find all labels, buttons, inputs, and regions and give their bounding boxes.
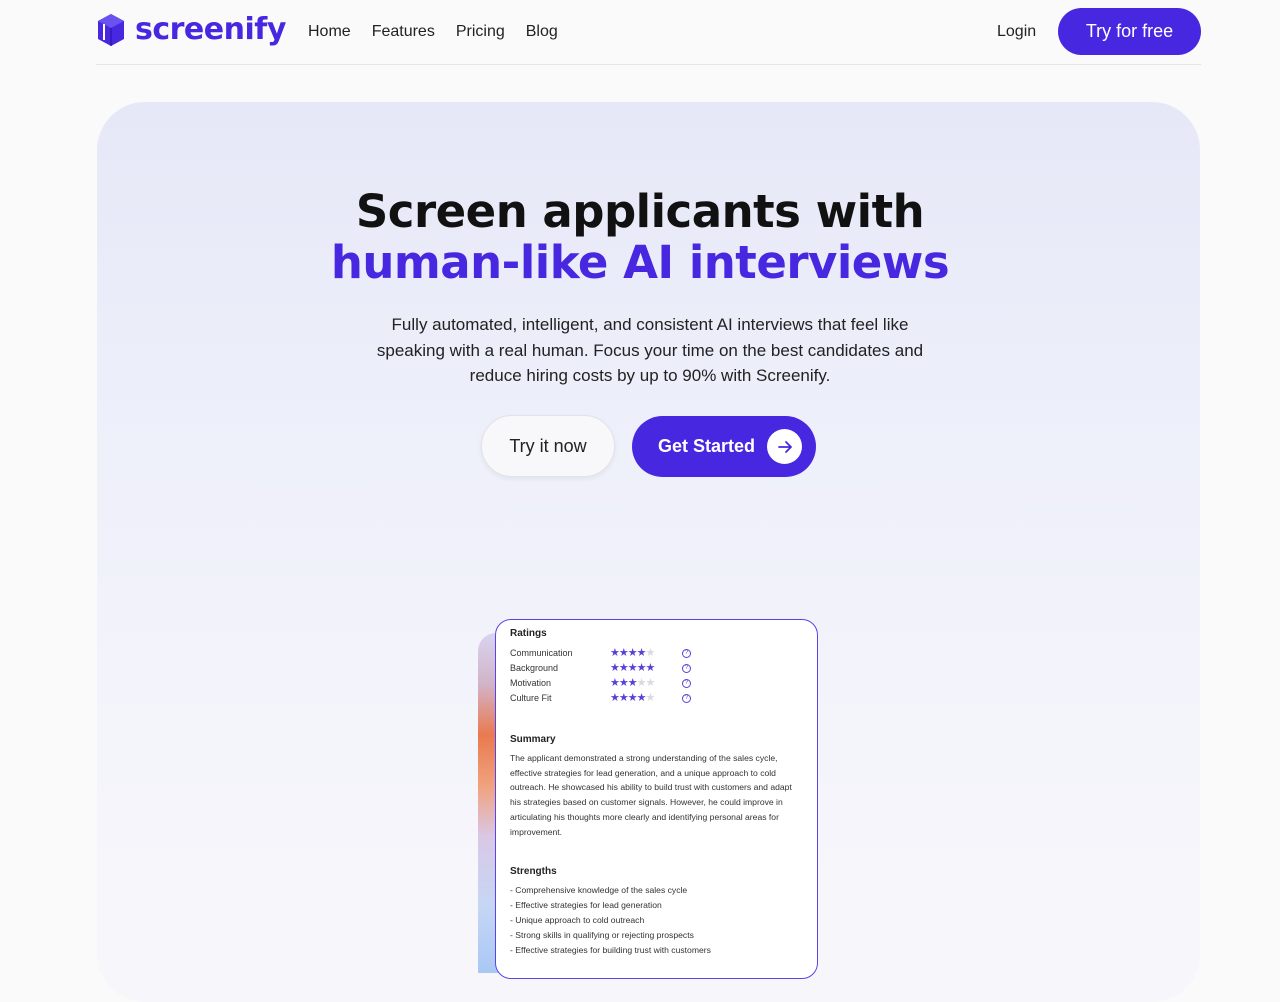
- star-icon: ★: [636, 647, 647, 659]
- top-navbar: screenify Home Features Pricing Blog Log…: [96, 0, 1201, 65]
- nav-link-blog[interactable]: Blog: [526, 20, 558, 44]
- star-icon: ★: [610, 662, 620, 674]
- star-icon: ★: [645, 647, 656, 659]
- get-started-button[interactable]: Get Started: [632, 416, 816, 477]
- star-icon: ★: [636, 692, 647, 704]
- strength-item: - Effective strategies for lead generati…: [510, 900, 662, 911]
- star-icon: ★: [645, 662, 656, 674]
- arrow-right-icon: [767, 429, 802, 464]
- nav-link-home[interactable]: Home: [308, 20, 351, 44]
- help-icon[interactable]: ?: [682, 649, 691, 658]
- star-icon: ★: [627, 692, 638, 704]
- star-icon: ★: [627, 677, 638, 689]
- hero-subtext: Fully automated, intelligent, and consis…: [376, 315, 924, 385]
- star-rating: ★★★★★: [610, 646, 656, 661]
- logo-text: screenify: [135, 12, 286, 47]
- help-icon[interactable]: ?: [682, 694, 691, 703]
- nav-link-features[interactable]: Features: [372, 20, 435, 44]
- rating-label: Motivation: [510, 678, 552, 688]
- nav-links: Home Features Pricing Blog: [308, 20, 579, 44]
- interview-report-card: Ratings Communication ★★★★★? Background ★★★…: [495, 619, 818, 979]
- ratings-list: Communication ★★★★★? Background ★★★★★? Motiv…: [510, 646, 803, 706]
- star-rating: ★★★★★: [610, 661, 656, 676]
- try-it-now-label: Try it now: [509, 435, 587, 456]
- strength-item: - Strong skills in qualifying or rejecti…: [510, 930, 694, 941]
- strength-item: - Effective strategies for building trus…: [510, 945, 711, 956]
- strengths-title: Strengths: [510, 866, 557, 878]
- hero-headline-line2: human-like AI interviews: [330, 236, 950, 289]
- try-for-free-button[interactable]: Try for free: [1058, 8, 1201, 55]
- star-icon: ★: [618, 662, 629, 674]
- get-started-label: Get Started: [658, 436, 756, 456]
- ratings-title: Ratings: [510, 628, 547, 639]
- summary-text: The applicant demonstrated a strong unde…: [510, 753, 792, 837]
- star-icon: ★: [645, 677, 656, 689]
- rating-row: Communication ★★★★★?: [510, 646, 803, 661]
- star-icon: ★: [627, 662, 638, 674]
- logo-icon: [98, 14, 124, 46]
- star-icon: ★: [645, 692, 656, 704]
- rating-row: Background ★★★★★?: [510, 661, 803, 676]
- star-icon: ★: [627, 647, 638, 659]
- star-icon: ★: [610, 647, 620, 659]
- star-icon: ★: [636, 662, 647, 674]
- star-rating: ★★★★★: [610, 691, 656, 706]
- rating-row: Motivation ★★★★★?: [510, 676, 803, 691]
- strength-item: - Comprehensive knowledge of the sales c…: [510, 885, 688, 896]
- help-icon[interactable]: ?: [682, 664, 691, 673]
- rating-label: Background: [510, 663, 559, 673]
- help-icon[interactable]: ?: [682, 679, 691, 688]
- star-icon: ★: [618, 647, 629, 659]
- login-link[interactable]: Login: [997, 20, 1036, 44]
- star-icon: ★: [618, 677, 629, 689]
- star-rating: ★★★★★: [610, 676, 656, 691]
- strengths-list: - Comprehensive knowledge of the sales c…: [510, 883, 803, 958]
- strength-item: - Unique approach to cold outreach: [510, 915, 645, 926]
- star-icon: ★: [618, 692, 629, 704]
- summary-title: Summary: [510, 734, 556, 745]
- hero-headline-line1: Screen applicants with: [355, 185, 925, 238]
- nav-link-pricing[interactable]: Pricing: [456, 20, 505, 44]
- logo[interactable]: screenify: [96, 12, 286, 48]
- star-icon: ★: [610, 677, 620, 689]
- try-it-now-button[interactable]: Try it now: [481, 415, 615, 477]
- rating-label: Culture Fit: [510, 693, 552, 703]
- rating-row: Culture Fit ★★★★★?: [510, 691, 803, 706]
- star-icon: ★: [636, 677, 647, 689]
- star-icon: ★: [610, 692, 620, 704]
- rating-label: Communication: [510, 648, 573, 658]
